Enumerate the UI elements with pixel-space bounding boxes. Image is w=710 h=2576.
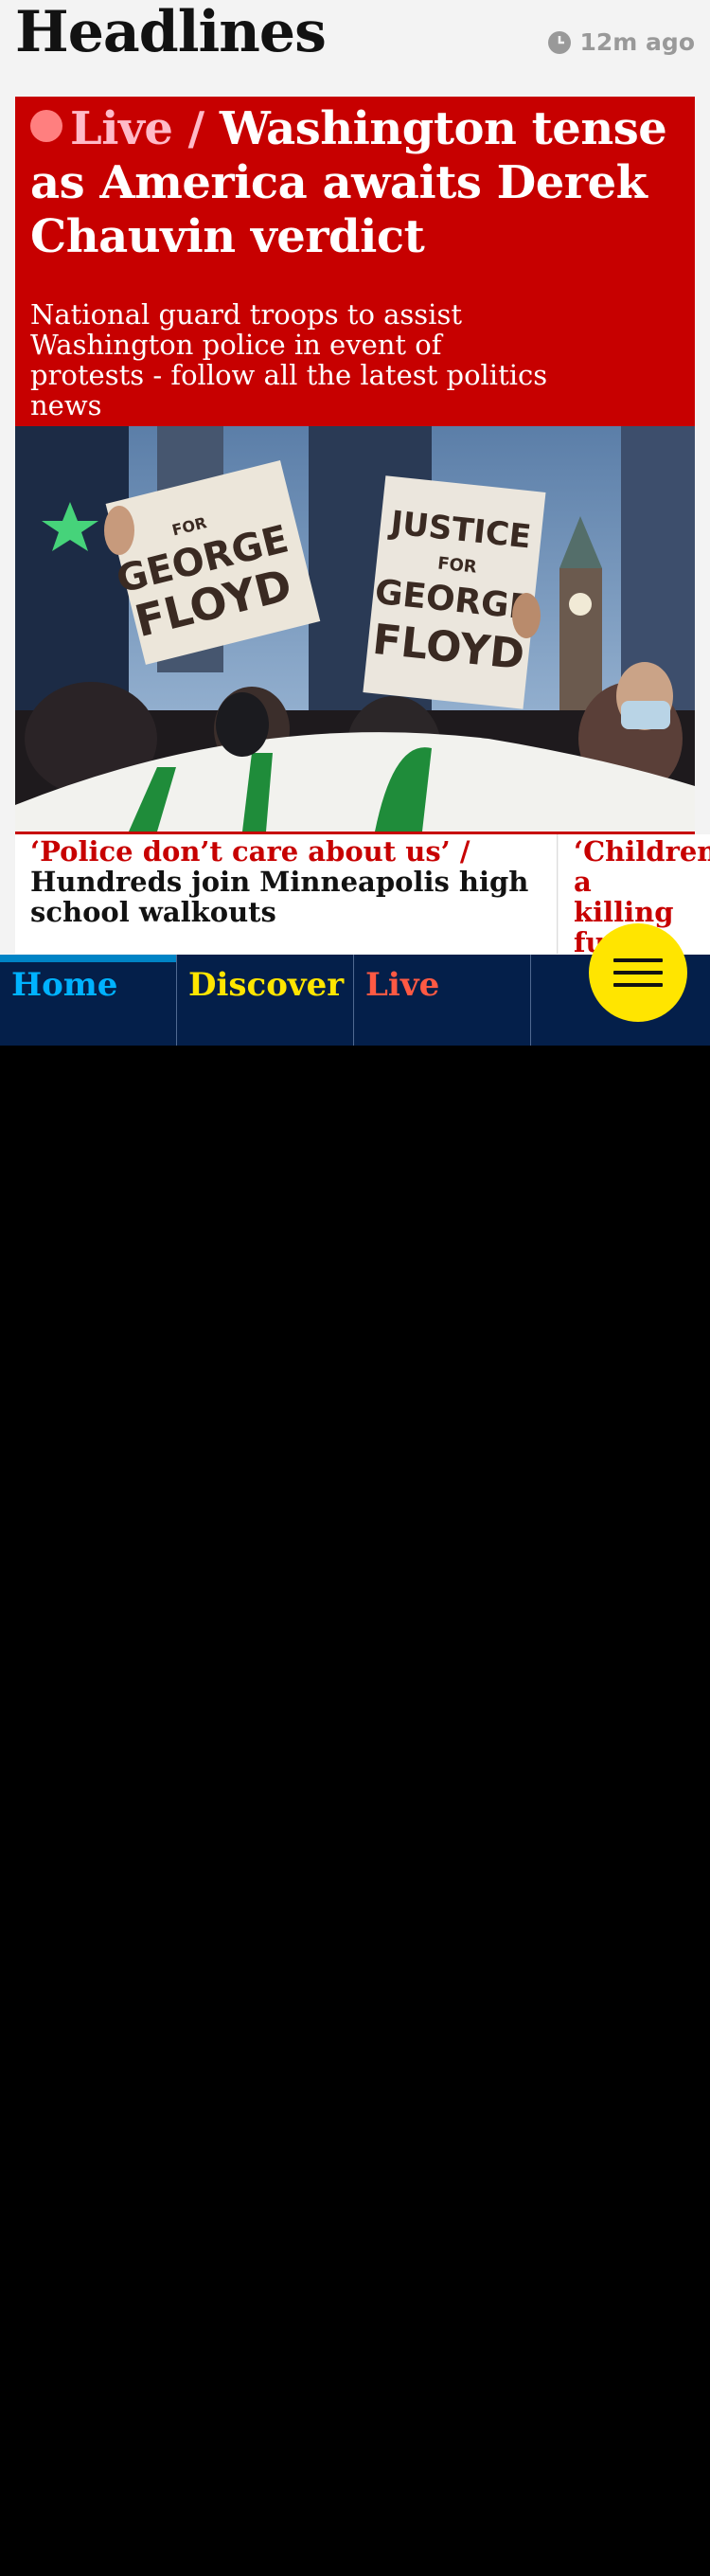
app-screen: Headlines 12m ago Live / Washington tens…: [0, 0, 710, 1046]
live-pulse-icon: [30, 110, 62, 142]
hamburger-bar: [613, 983, 663, 987]
sublink-card[interactable]: ‘Police don’t care about us’ / Hundreds …: [15, 834, 558, 954]
sign-right-line-2: FOR: [436, 554, 478, 578]
top-story-image[interactable]: FOR GEORGE FLOYD JUSTICE FOR GEORGE FLOY…: [15, 426, 695, 834]
last-updated: 12m ago: [547, 28, 695, 56]
top-story-headline[interactable]: Live / Washington tense as America await…: [30, 102, 680, 264]
top-story-standfirst: National guard troops to assist Washingt…: [30, 298, 548, 421]
tab-discover[interactable]: Discover: [177, 955, 354, 1046]
hamburger-bar: [613, 971, 663, 975]
clock-icon: [547, 30, 571, 54]
sublink-kicker: ‘Police don’t care about us’ /: [30, 835, 470, 868]
live-kicker: Live /: [70, 102, 204, 155]
menu-button[interactable]: [589, 923, 687, 1022]
page-title: Headlines: [15, 0, 327, 65]
top-story-card[interactable]: Live / Washington tense as America await…: [15, 97, 695, 426]
header: Headlines 12m ago: [0, 0, 710, 95]
tab-live[interactable]: Live: [354, 955, 531, 1046]
timestamp-text: 12m ago: [579, 28, 695, 56]
tab-home[interactable]: Home: [0, 955, 177, 1046]
sublink-headline: Hundreds join Minneapolis high school wa…: [30, 866, 529, 928]
hamburger-menu-icon: [613, 958, 663, 962]
